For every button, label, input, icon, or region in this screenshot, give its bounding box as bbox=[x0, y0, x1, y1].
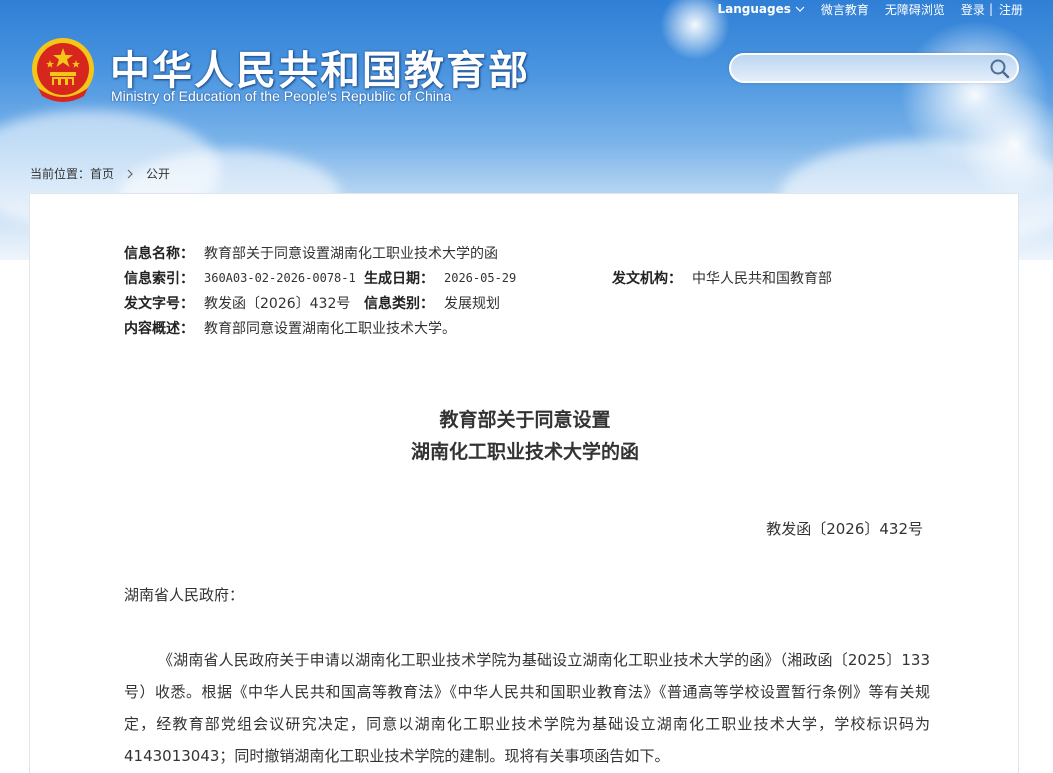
meta-category-value: 发展规划 bbox=[444, 295, 500, 312]
document-metadata: 信息名称： 教育部关于同意设置湖南化工职业技术大学的函 信息索引： 360A03… bbox=[124, 240, 944, 340]
meta-row-index: 信息索引： 360A03-02-2026-0078-1 生成日期： 2026-0… bbox=[124, 265, 944, 290]
register-link[interactable]: 注册 bbox=[993, 1, 1023, 18]
meta-row-docno: 发文字号： 教发函〔2026〕432号 信息类别： 发展规划 bbox=[124, 290, 944, 315]
languages-label: Languages bbox=[717, 2, 791, 16]
meta-date-label: 生成日期： bbox=[364, 270, 434, 287]
breadcrumb: 当前位置： 首页 公开 bbox=[30, 165, 170, 182]
breadcrumb-current[interactable]: 公开 bbox=[146, 165, 170, 182]
search-box bbox=[729, 53, 1019, 83]
login-link[interactable]: 登录 bbox=[953, 1, 989, 18]
meta-summary-value: 教育部同意设置湖南化工职业技术大学。 bbox=[204, 320, 456, 337]
meta-docno-label: 发文字号： bbox=[124, 295, 194, 312]
document-number: 教发函〔2026〕432号 bbox=[766, 520, 923, 538]
meta-issuer-label: 发文机构： bbox=[612, 270, 682, 287]
document-title: 教育部关于同意设置 湖南化工职业技术大学的函 bbox=[30, 404, 1020, 468]
meta-row-summary: 内容概述： 教育部同意设置湖南化工职业技术大学。 bbox=[124, 315, 944, 340]
breadcrumb-prefix: 当前位置： bbox=[30, 167, 91, 181]
document-addressee: 湖南省人民政府： bbox=[124, 586, 245, 604]
meta-name-value: 教育部关于同意设置湖南化工职业技术大学的函 bbox=[204, 245, 498, 262]
meta-row-name: 信息名称： 教育部关于同意设置湖南化工职业技术大学的函 bbox=[124, 240, 944, 265]
weiwei-link[interactable]: 微言教育 bbox=[813, 1, 877, 18]
chevron-down-icon bbox=[795, 6, 805, 12]
emblem-icon bbox=[32, 38, 94, 102]
search-icon[interactable] bbox=[989, 58, 1011, 80]
meta-issuer-value: 中华人民共和国教育部 bbox=[692, 270, 832, 287]
breadcrumb-home-link[interactable]: 首页 bbox=[90, 165, 114, 182]
chevron-right-icon bbox=[127, 169, 133, 178]
meta-date-value: 2026-05-29 bbox=[444, 270, 517, 285]
meta-name-label: 信息名称： bbox=[124, 245, 194, 262]
meta-index-label: 信息索引： bbox=[124, 270, 194, 287]
site-title-english: Ministry of Education of the People's Re… bbox=[111, 88, 452, 104]
meta-summary-label: 内容概述： bbox=[124, 320, 194, 337]
meta-docno-value: 教发函〔2026〕432号 bbox=[204, 295, 351, 312]
meta-category-label: 信息类别： bbox=[364, 295, 434, 312]
document-title-line2: 湖南化工职业技术大学的函 bbox=[410, 441, 639, 463]
document-title-line1: 教育部关于同意设置 bbox=[439, 409, 611, 431]
document-paragraph: 《湖南省人民政府关于申请以湖南化工职业技术学院为基础设立湖南化工职业技术大学的函… bbox=[124, 651, 930, 765]
languages-dropdown[interactable]: Languages bbox=[710, 2, 813, 16]
accessible-link[interactable]: 无障碍浏览 bbox=[877, 1, 953, 18]
national-emblem-logo[interactable] bbox=[30, 36, 96, 106]
article-content-panel: 信息名称： 教育部关于同意设置湖南化工职业技术大学的函 信息索引： 360A03… bbox=[29, 193, 1019, 773]
meta-index-value: 360A03-02-2026-0078-1 bbox=[204, 270, 356, 285]
top-utility-bar: Languages 微言教育 无障碍浏览 登录 | 注册 bbox=[710, 0, 1024, 18]
search-input[interactable] bbox=[731, 55, 981, 81]
